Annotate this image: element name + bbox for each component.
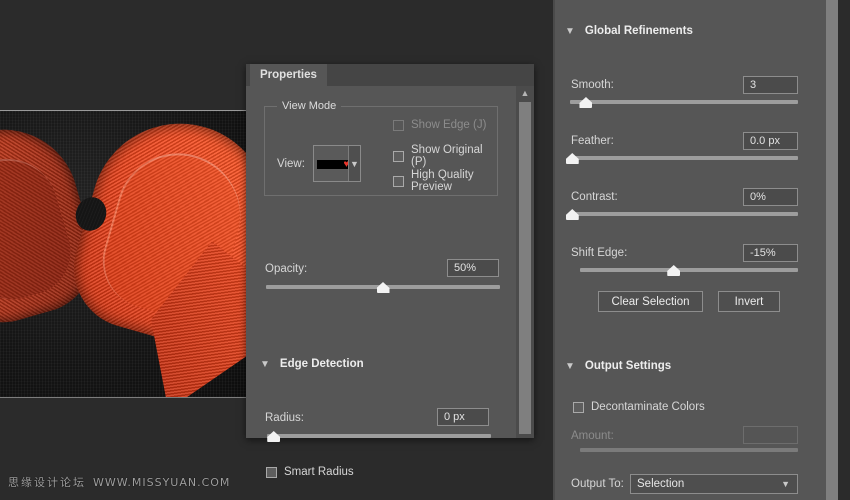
chevron-down-icon[interactable]: ▼ [347, 146, 360, 181]
checkbox-high-quality-preview-box[interactable] [393, 175, 404, 187]
properties-panel[interactable]: Properties View Mode View: ♥ ▼ Show Edge… [246, 64, 534, 478]
right-panel-scrollbar-thumb[interactable] [826, 0, 838, 500]
contrast-slider-track[interactable] [570, 212, 798, 216]
contrast-slider[interactable] [565, 208, 798, 222]
feather-value-field[interactable]: 0.0 px [743, 132, 798, 150]
invert-button-label: Invert [734, 295, 764, 308]
chevron-down-icon[interactable]: ▼ [260, 359, 270, 370]
opacity-slider-knob[interactable] [376, 282, 390, 293]
checkbox-decontaminate-colors-box[interactable] [573, 401, 584, 413]
radius-value-field[interactable]: 0 px [437, 408, 489, 426]
amount-label: Amount: [571, 430, 614, 442]
feather-label: Feather: [571, 135, 614, 147]
chevron-up-icon[interactable]: ▲ [516, 86, 534, 100]
section-output-settings[interactable]: ▼ Output Settings [565, 360, 671, 372]
opacity-slider[interactable] [266, 281, 500, 295]
opacity-value-text: 50% [454, 262, 477, 274]
right-panel-edge [553, 0, 555, 500]
checkbox-smart-radius[interactable]: Smart Radius [266, 466, 354, 478]
feather-slider-knob[interactable] [565, 153, 579, 164]
checkbox-decontaminate-colors[interactable]: Decontaminate Colors [573, 401, 705, 413]
view-mode-group: View Mode View: ♥ ▼ Show Edge (J) Show O… [264, 100, 498, 196]
amount-slider-track [580, 448, 798, 452]
document-image[interactable] [0, 110, 246, 398]
contrast-value-field[interactable]: 0% [743, 188, 798, 206]
contrast-label: Contrast: [571, 191, 618, 203]
properties-body: View Mode View: ♥ ▼ Show Edge (J) Show O… [246, 86, 516, 478]
chevron-down-icon[interactable]: ▼ [565, 26, 575, 37]
view-mode-dropdown[interactable]: ♥ ▼ [312, 145, 361, 182]
radius-slider[interactable] [267, 430, 491, 444]
clear-selection-button-label: Clear Selection [611, 295, 690, 308]
clear-selection-button[interactable]: Clear Selection [598, 291, 703, 312]
checkbox-show-original-box[interactable] [393, 150, 404, 162]
checkbox-smart-radius-label: Smart Radius [284, 466, 354, 478]
checkbox-show-original[interactable]: Show Original (P) [393, 144, 497, 168]
output-to-label: Output To: [571, 478, 624, 490]
checkbox-smart-radius-box[interactable] [266, 466, 277, 478]
output-to-value-text: Selection [637, 478, 685, 490]
feather-slider-track[interactable] [570, 156, 798, 160]
section-edge-detection-title: Edge Detection [279, 358, 364, 370]
output-to-dropdown[interactable]: Selection ▼ [630, 474, 798, 494]
shift-edge-value-field[interactable]: -15% [743, 244, 798, 262]
watermark-url-text: WWW.MISSYUAN.COM [93, 476, 231, 489]
properties-scrollbar-thumb[interactable] [519, 102, 531, 434]
feather-value-text: 0.0 px [750, 135, 780, 147]
watermark-cn-text: 思缘设计论坛 [8, 476, 86, 489]
checkbox-high-quality-preview[interactable]: High Quality Preview [393, 169, 497, 193]
radius-label: Radius: [265, 412, 304, 424]
checkbox-show-original-label: Show Original (P) [411, 144, 483, 168]
smooth-value-text: 3 [750, 79, 757, 91]
contrast-value-text: 0% [750, 191, 766, 203]
smooth-slider-track[interactable] [570, 100, 798, 104]
radius-slider-track[interactable] [267, 434, 491, 438]
checkbox-high-quality-preview-label: High Quality Preview [411, 169, 474, 193]
radius-slider-knob[interactable] [267, 431, 281, 442]
amount-value-field [743, 426, 798, 444]
radius-value-text: 0 px [444, 411, 465, 423]
checkbox-show-edge: Show Edge (J) [393, 119, 486, 131]
smooth-label: Smooth: [571, 79, 614, 91]
opacity-label: Opacity: [265, 263, 308, 275]
checkbox-show-edge-label: Show Edge (J) [411, 119, 487, 131]
invert-button[interactable]: Invert [718, 291, 780, 312]
smooth-slider[interactable] [570, 96, 798, 110]
shift-edge-label: Shift Edge: [571, 247, 628, 259]
checkbox-show-edge-box [393, 119, 404, 131]
properties-scrollbar[interactable]: ▲ [516, 86, 534, 438]
section-global-refinements[interactable]: ▼ Global Refinements [565, 25, 693, 37]
shift-edge-slider[interactable] [580, 264, 798, 278]
feather-slider[interactable] [565, 152, 798, 166]
smooth-value-field[interactable]: 3 [743, 76, 798, 94]
tab-properties-label: Properties [260, 69, 317, 81]
shift-edge-slider-knob[interactable] [667, 265, 681, 276]
photoshop-select-and-mask-workspace: 思缘设计论坛 WWW.MISSYUAN.COM Properties View M… [0, 0, 850, 500]
chevron-down-icon[interactable]: ▼ [781, 475, 790, 493]
section-global-refinements-title: Global Refinements [584, 25, 693, 37]
tab-properties[interactable]: Properties [250, 64, 327, 86]
checkbox-decontaminate-colors-label: Decontaminate Colors [591, 401, 705, 413]
shift-edge-value-text: -15% [750, 247, 776, 259]
smooth-slider-knob[interactable] [579, 97, 593, 108]
view-label: View: [277, 157, 305, 170]
shift-edge-slider-track[interactable] [580, 268, 798, 272]
contrast-slider-knob[interactable] [565, 209, 579, 220]
view-row: View: ♥ ▼ [277, 145, 361, 182]
section-edge-detection[interactable]: ▼ Edge Detection [260, 358, 364, 370]
amount-slider [580, 444, 798, 458]
right-panel-scrollbar-gutter[interactable] [838, 0, 850, 500]
right-tool-panel: ▼ Global Refinements Smooth: 3 Feather: … [553, 0, 850, 500]
section-output-settings-title: Output Settings [584, 360, 672, 372]
watermark: 思缘设计论坛 WWW.MISSYUAN.COM [8, 474, 230, 490]
opacity-value-field[interactable]: 50% [447, 259, 499, 277]
chevron-down-icon[interactable]: ▼ [565, 361, 575, 372]
view-mode-group-title: View Mode [277, 100, 342, 112]
